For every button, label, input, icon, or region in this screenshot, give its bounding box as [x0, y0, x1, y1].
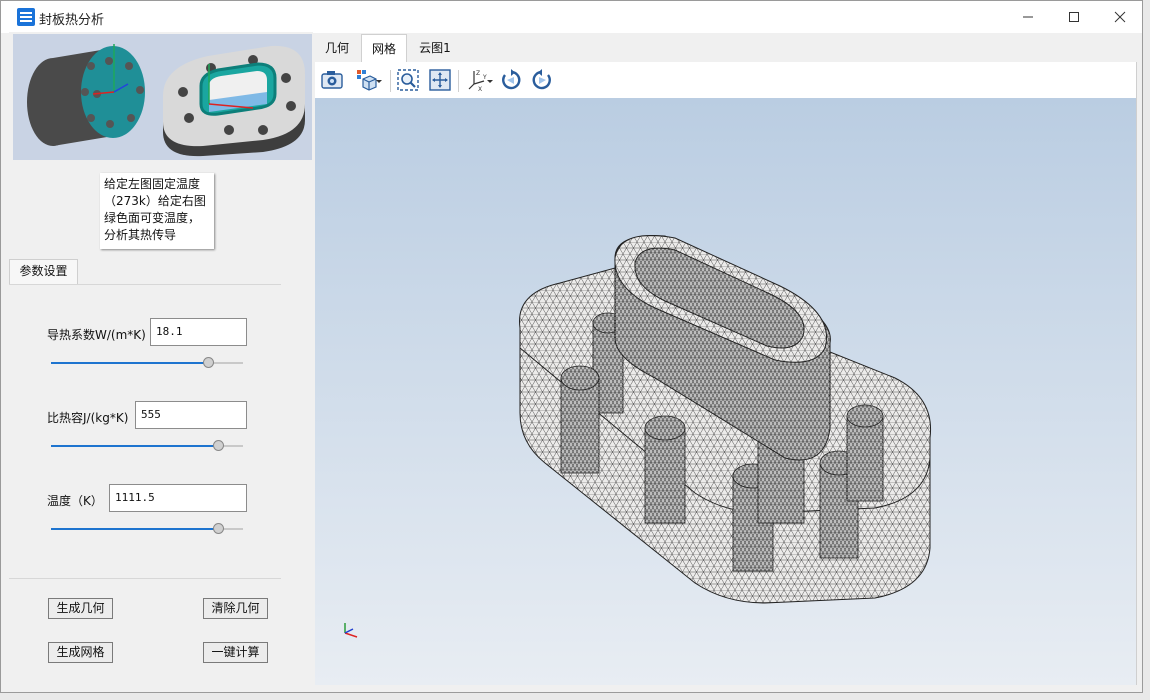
heat-capacity-slider[interactable]: [51, 440, 243, 451]
minimize-icon: [1023, 16, 1033, 18]
tab-param-settings[interactable]: 参数设置: [9, 259, 78, 284]
chevron-down-icon[interactable]: [485, 68, 495, 92]
maximize-button[interactable]: [1051, 1, 1097, 33]
zoom-fit-icon[interactable]: [396, 68, 420, 92]
app-icon: [17, 8, 35, 26]
slider-fill: [51, 362, 209, 364]
temperature-label: 温度（K）: [47, 494, 103, 508]
tab-contour[interactable]: 云图1: [411, 34, 459, 62]
close-button[interactable]: [1097, 1, 1143, 33]
title-bar: 封板热分析: [1, 1, 1142, 33]
temperature-input[interactable]: 1111.5: [109, 484, 247, 512]
heat-capacity-input[interactable]: 555: [135, 401, 247, 429]
svg-text:Z: Z: [476, 70, 480, 77]
slider-thumb[interactable]: [213, 440, 225, 451]
axis-triad: [344, 623, 358, 638]
analysis-description: 给定左图固定温度（273k）给定右图绿色面可变温度，分析其热传导: [100, 173, 214, 249]
tab-geometry[interactable]: 几何: [315, 34, 359, 62]
minimize-button[interactable]: [1005, 1, 1051, 33]
heat-capacity-label: 比热容J/(kg*K): [47, 411, 129, 425]
window-title: 封板热分析: [39, 13, 105, 28]
camera-icon[interactable]: [320, 68, 344, 92]
compute-button[interactable]: 一键计算: [203, 642, 268, 663]
viewer-toolbar: Z Y X: [315, 62, 1136, 98]
mesh-viewport[interactable]: [315, 98, 1136, 685]
group-divider: [9, 284, 281, 285]
chevron-down-icon[interactable]: [374, 68, 384, 92]
clear-geometry-button[interactable]: 清除几何: [203, 598, 268, 619]
maximize-icon: [1069, 12, 1079, 22]
slider-fill: [51, 528, 219, 530]
slider-fill: [51, 445, 219, 447]
pan-icon[interactable]: [428, 68, 452, 92]
button-divider: [9, 578, 281, 579]
rotate-left-icon[interactable]: [499, 68, 523, 92]
conductivity-label: 导热系数W/(m*K): [47, 328, 146, 342]
slider-thumb[interactable]: [203, 357, 215, 368]
close-icon: [1114, 11, 1126, 23]
tab-mesh[interactable]: 网格: [361, 34, 407, 62]
conductivity-slider[interactable]: [51, 357, 243, 368]
rotate-right-icon[interactable]: [530, 68, 554, 92]
toolbar-separator: [458, 70, 459, 92]
gen-geometry-button[interactable]: 生成几何: [48, 598, 113, 619]
slider-thumb[interactable]: [213, 523, 225, 534]
left-panel: 给定左图固定温度（273k）给定右图绿色面可变温度，分析其热传导 参数设置 导热…: [9, 32, 313, 690]
svg-text:X: X: [478, 86, 482, 92]
gen-mesh-button[interactable]: 生成网格: [48, 642, 113, 663]
geometry-preview-image: [13, 34, 312, 160]
conductivity-input[interactable]: 18.1: [150, 318, 247, 346]
toolbar-separator: [390, 70, 391, 92]
viewer-border: [1136, 62, 1137, 685]
temperature-slider[interactable]: [51, 523, 243, 534]
mesh-model: [344, 235, 932, 638]
